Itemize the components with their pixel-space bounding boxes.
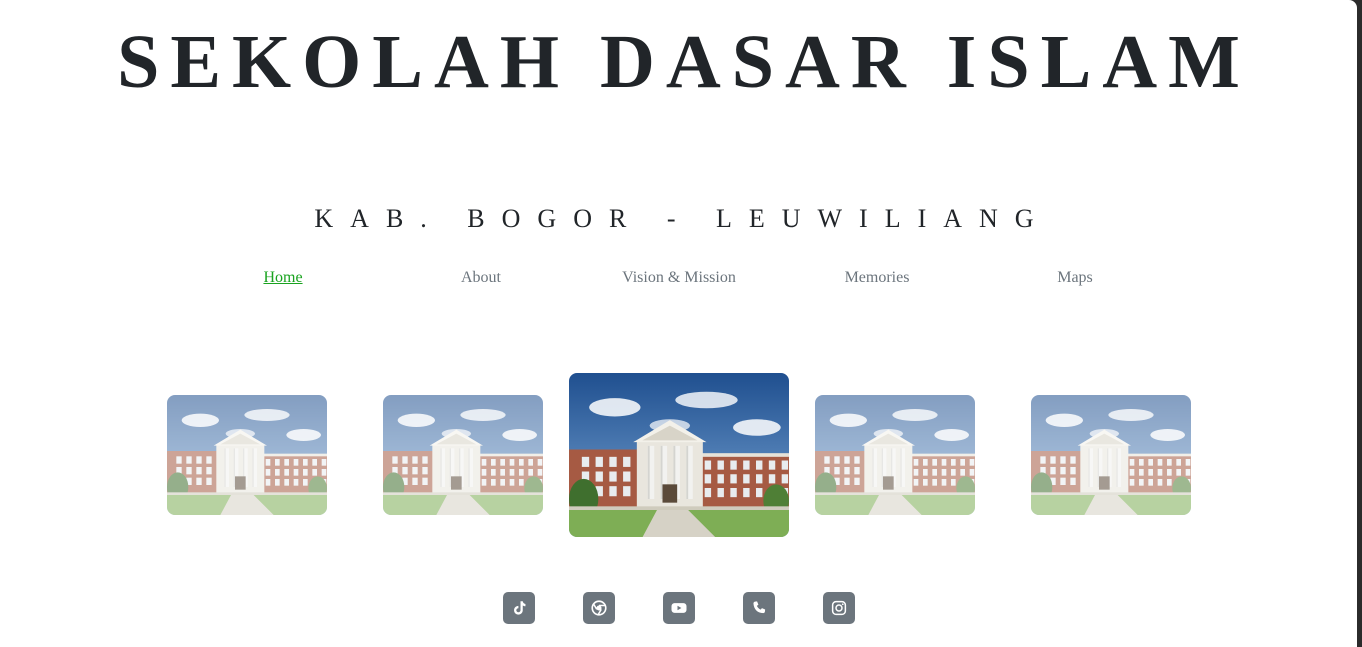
carousel-slide-5[interactable]: [1031, 395, 1191, 515]
chrome-button[interactable]: [583, 592, 615, 624]
page: SEKOLAH DASAR ISLAM KAB. BOGOR - LEUWILI…: [0, 0, 1357, 647]
nav-home[interactable]: Home: [184, 266, 382, 290]
nav-memories[interactable]: Memories: [778, 266, 976, 290]
nav-maps[interactable]: Maps: [976, 266, 1174, 290]
instagram-button[interactable]: [823, 592, 855, 624]
youtube-icon: [670, 599, 688, 617]
site-title: SEKOLAH DASAR ISLAM: [117, 20, 1251, 104]
nav-vision-mission[interactable]: Vision & Mission: [580, 266, 778, 290]
carousel-slide-4[interactable]: [815, 395, 975, 515]
site-subtitle: KAB. BOGOR - LEUWILIANG: [314, 204, 1051, 233]
main-nav: Home About Vision & Mission Memories Map…: [184, 266, 1174, 290]
tiktok-icon: [510, 599, 528, 617]
carousel-slide-1[interactable]: [167, 395, 327, 515]
youtube-button[interactable]: [663, 592, 695, 624]
phone-button[interactable]: [743, 592, 775, 624]
chrome-icon: [590, 599, 608, 617]
instagram-icon: [830, 599, 848, 617]
carousel-slide-active[interactable]: [569, 373, 789, 537]
nav-about[interactable]: About: [382, 266, 580, 290]
tiktok-button[interactable]: [503, 592, 535, 624]
carousel-slide-2[interactable]: [383, 395, 543, 515]
phone-icon: [750, 599, 768, 617]
